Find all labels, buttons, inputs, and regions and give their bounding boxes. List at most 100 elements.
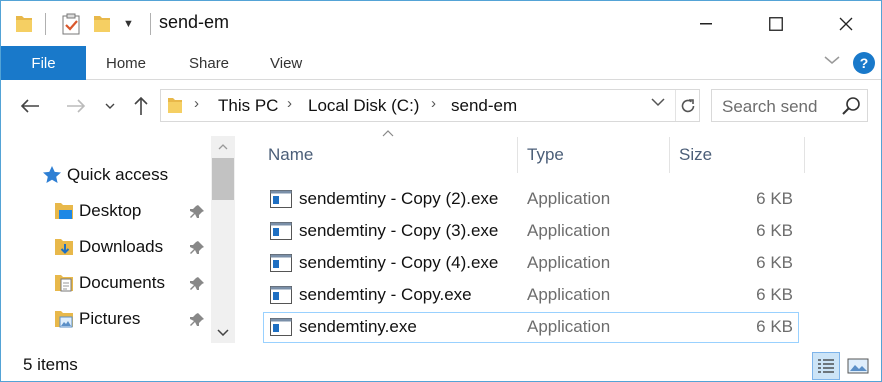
file-type: Application <box>527 285 611 304</box>
customize-toolbar-dropdown-icon[interactable]: ▼ <box>123 11 134 37</box>
column-divider[interactable] <box>669 137 670 173</box>
breadcrumb-separator[interactable]: › <box>431 95 436 112</box>
column-header-name[interactable]: Name <box>268 137 313 173</box>
application-file-icon <box>270 222 292 240</box>
table-row[interactable]: sendemtiny - Copy.exe Application 6 KB <box>263 280 799 311</box>
large-icons-view-icon <box>847 358 869 374</box>
file-name: sendemtiny - Copy (3).exe <box>299 221 499 240</box>
pin-icon[interactable] <box>189 240 205 256</box>
application-file-icon <box>270 190 292 208</box>
close-button[interactable] <box>811 1 881 46</box>
table-row[interactable]: sendemtiny - Copy (2).exe Application 6 … <box>263 184 799 215</box>
folder-icon <box>15 11 33 37</box>
window-title: send-em <box>159 12 230 32</box>
file-type: Application <box>527 253 611 272</box>
new-folder-icon[interactable] <box>93 11 111 37</box>
application-file-icon <box>270 286 292 304</box>
pictures-folder-icon <box>55 311 73 328</box>
up-arrow-icon <box>134 96 148 115</box>
recent-locations-button[interactable] <box>101 91 119 121</box>
file-size: 6 KB <box>756 189 793 208</box>
minimize-button[interactable] <box>671 1 741 46</box>
tab-view[interactable]: View <box>270 46 302 80</box>
file-type: Application <box>527 317 611 336</box>
file-type: Application <box>527 189 611 208</box>
pin-icon[interactable] <box>189 276 205 292</box>
nav-item-label: Desktop <box>79 201 142 220</box>
title-bar: ▼ send-em <box>1 1 881 46</box>
refresh-icon <box>681 98 694 112</box>
file-name: sendemtiny - Copy (2).exe <box>299 189 499 208</box>
maximize-button[interactable] <box>741 1 811 46</box>
column-header-type[interactable]: Type <box>527 137 564 173</box>
sort-ascending-icon <box>382 126 394 140</box>
back-button[interactable] <box>15 91 45 121</box>
pin-icon[interactable] <box>189 312 205 328</box>
column-divider[interactable] <box>517 137 518 173</box>
file-name: sendemtiny.exe <box>299 317 417 336</box>
column-divider[interactable] <box>804 137 805 173</box>
tab-file[interactable]: File <box>1 46 86 80</box>
minimize-icon <box>700 22 712 24</box>
file-type: Application <box>527 221 611 240</box>
breadcrumb-local-disk[interactable]: Local Disk (C:) <box>308 96 419 116</box>
up-button[interactable] <box>127 91 155 121</box>
forward-arrow-icon <box>67 99 86 113</box>
scroll-down-icon[interactable] <box>211 321 235 343</box>
forward-button[interactable] <box>61 91 91 121</box>
table-row[interactable]: sendemtiny - Copy (4).exe Application 6 … <box>263 248 799 279</box>
tab-home[interactable]: Home <box>106 46 146 80</box>
refresh-button[interactable] <box>675 90 699 121</box>
quick-access-divider <box>45 13 46 35</box>
explorer-window: ▼ send-em File Home Share View ? › This … <box>0 0 882 382</box>
navigation-pane: Quick access Desktop Downloads Documents… <box>1 136 237 343</box>
close-icon <box>839 17 853 30</box>
downloads-folder-icon <box>55 239 73 255</box>
details-view-icon <box>818 359 834 373</box>
status-bar: 5 items <box>1 347 881 381</box>
breadcrumb-separator[interactable]: › <box>287 95 292 112</box>
documents-folder-icon <box>55 275 73 292</box>
application-file-icon <box>270 318 292 336</box>
nav-item-label: Quick access <box>67 165 169 184</box>
nav-item-pictures[interactable]: Pictures <box>53 304 140 334</box>
nav-item-label: Pictures <box>79 309 141 328</box>
nav-item-desktop[interactable]: Desktop <box>53 196 141 226</box>
chevron-down-icon <box>105 103 115 109</box>
search-placeholder: Search send <box>722 97 818 116</box>
file-size: 6 KB <box>756 317 793 336</box>
scroll-up-icon[interactable] <box>211 136 235 158</box>
column-header-size[interactable]: Size <box>679 137 712 173</box>
large-icons-view-button[interactable] <box>844 352 872 380</box>
breadcrumb-separator[interactable]: › <box>194 95 199 112</box>
folder-icon <box>167 95 183 120</box>
breadcrumb-this-pc[interactable]: This PC <box>218 96 278 116</box>
expand-ribbon-icon[interactable] <box>823 50 841 71</box>
nav-item-label: Downloads <box>79 237 164 256</box>
pin-icon[interactable] <box>189 204 205 220</box>
table-row-selected[interactable]: sendemtiny.exe Application 6 KB <box>263 312 799 343</box>
tab-share[interactable]: Share <box>189 46 229 80</box>
nav-item-downloads[interactable]: Downloads <box>53 232 163 262</box>
help-icon[interactable]: ? <box>853 52 875 74</box>
file-name: sendemtiny - Copy.exe <box>299 285 472 304</box>
search-icon[interactable] <box>840 95 862 117</box>
item-count: 5 items <box>23 355 78 374</box>
nav-item-label: Documents <box>79 273 165 292</box>
search-input[interactable]: Search send <box>711 89 868 122</box>
star-icon <box>43 166 61 183</box>
address-bar[interactable]: › This PC › Local Disk (C:) › send-em <box>160 89 700 122</box>
ribbon-tabs: File Home Share View ? <box>1 46 881 80</box>
scroll-thumb[interactable] <box>212 158 234 200</box>
file-size: 6 KB <box>756 285 793 304</box>
nav-item-documents[interactable]: Documents <box>53 268 165 298</box>
nav-item-quick-access[interactable]: Quick access <box>41 160 168 190</box>
details-view-button[interactable] <box>812 352 840 380</box>
nav-scrollbar[interactable] <box>211 136 235 343</box>
address-history-dropdown[interactable] <box>651 94 665 110</box>
properties-icon[interactable] <box>61 11 81 37</box>
breadcrumb-send-em[interactable]: send-em <box>451 96 517 116</box>
table-row[interactable]: sendemtiny - Copy (3).exe Application 6 … <box>263 216 799 247</box>
desktop-folder-icon <box>55 203 73 219</box>
file-name: sendemtiny - Copy (4).exe <box>299 253 499 272</box>
